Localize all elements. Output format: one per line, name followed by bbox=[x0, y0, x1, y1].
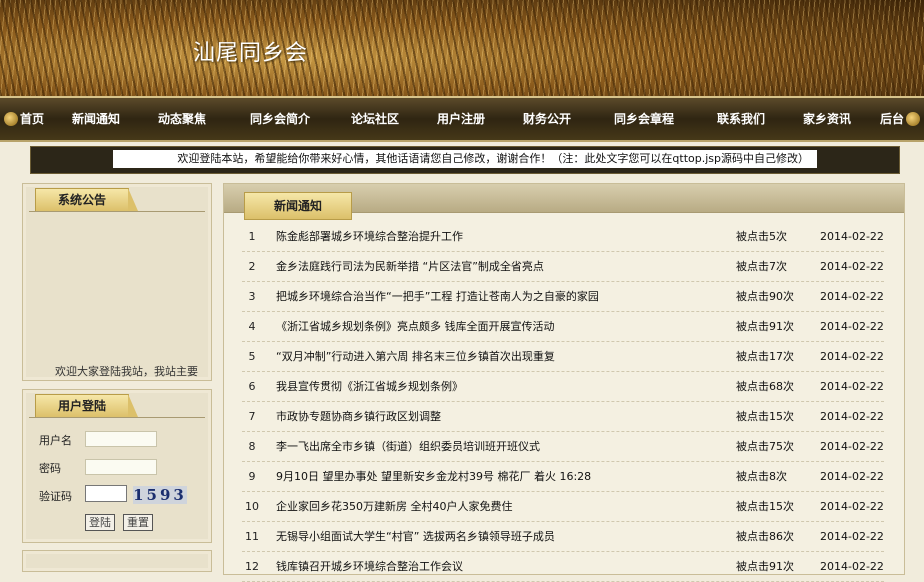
news-title-link[interactable]: “双月冲制”行动进入第六周 排名末三位乡镇首次出现重复 bbox=[276, 342, 555, 371]
news-row: 5 “双月冲制”行动进入第六周 排名末三位乡镇首次出现重复 被点击17次 2014-0… bbox=[242, 342, 884, 372]
news-date: 2014-02-22 bbox=[820, 320, 884, 333]
news-click-count: 被点击17次 bbox=[736, 350, 794, 363]
news-row: 11 无锡导小组面试大学生“村官” 选拔两名乡镇领导班子成员 被点击86次 2014-… bbox=[242, 522, 884, 552]
divider bbox=[29, 417, 205, 418]
news-click-count: 被点击90次 bbox=[736, 290, 794, 303]
divider bbox=[29, 211, 205, 212]
news-date: 2014-02-22 bbox=[820, 350, 884, 363]
username-label: 用户名 bbox=[39, 434, 72, 447]
news-number: 8 bbox=[248, 440, 256, 453]
nav-charter[interactable]: 同乡会章程 bbox=[614, 98, 674, 140]
nav-hometown-news[interactable]: 家乡资讯 bbox=[803, 98, 851, 140]
site-title: 汕尾同乡会 bbox=[193, 41, 309, 66]
news-number: 7 bbox=[248, 410, 256, 423]
news-number: 4 bbox=[248, 320, 256, 333]
news-title-link[interactable]: 企业家回乡花350万建新房 全村40户人家免费住 bbox=[276, 492, 513, 521]
news-title-link[interactable]: 李一飞出席全市乡镇（街道）组织委员培训班开班仪式 bbox=[276, 432, 540, 461]
nav-bullet-icon bbox=[906, 112, 920, 126]
next-sidebox bbox=[22, 550, 212, 572]
news-title-link[interactable]: 把城乡环境综合治当作“一把手”工程 打造让苍南人为之自豪的家园 bbox=[276, 282, 599, 311]
news-number: 6 bbox=[248, 380, 256, 393]
login-box: 用户登陆 用户名 密码 验证码 1593 登陆 重置 bbox=[22, 389, 212, 543]
news-date: 2014-02-22 bbox=[820, 230, 884, 243]
news-number: 2 bbox=[248, 260, 256, 273]
news-title-link[interactable]: 金乡法庭践行司法为民新举措 “片区法官”制成全省亮点 bbox=[276, 252, 544, 281]
captcha-input[interactable] bbox=[85, 485, 127, 502]
news-date: 2014-02-22 bbox=[820, 410, 884, 423]
news-number: 11 bbox=[245, 530, 259, 543]
news-title-link[interactable]: 钱库镇召开城乡环境综合整治工作会议 bbox=[276, 552, 463, 581]
news-click-count: 被点击5次 bbox=[736, 230, 787, 243]
news-title-link[interactable]: 《浙江省城乡规划条例》亮点颇多 钱库全面开展宣传活动 bbox=[276, 312, 555, 341]
nav-forum[interactable]: 论坛社区 bbox=[351, 98, 399, 140]
news-date: 2014-02-22 bbox=[820, 500, 884, 513]
nav-home[interactable]: 首页 bbox=[20, 98, 44, 140]
news-click-count: 被点击15次 bbox=[736, 500, 794, 513]
news-click-count: 被点击8次 bbox=[736, 470, 787, 483]
news-title-link[interactable]: 市政协专题协商乡镇行政区划调整 bbox=[276, 402, 441, 431]
news-row: 12 钱库镇召开城乡环境综合整治工作会议 被点击91次 2014-02-22 bbox=[242, 552, 884, 582]
news-row: 2 金乡法庭践行司法为民新举措 “片区法官”制成全省亮点 被点击7次 2014-02-… bbox=[242, 252, 884, 282]
news-date: 2014-02-22 bbox=[820, 260, 884, 273]
welcome-marquee: 欢迎登陆本站，希望能给你带来好心情，其他话语请您自己修改，谢谢合作！（注：此处文… bbox=[113, 150, 817, 168]
nav-dynamics[interactable]: 动态聚焦 bbox=[158, 98, 206, 140]
news-click-count: 被点击86次 bbox=[736, 530, 794, 543]
welcome-bar: 欢迎登陆本站，希望能给你带来好心情，其他话语请您自己修改，谢谢合作！（注：此处文… bbox=[30, 146, 900, 174]
nav-admin[interactable]: 后台 bbox=[880, 98, 904, 140]
news-date: 2014-02-22 bbox=[820, 380, 884, 393]
news-number: 12 bbox=[245, 560, 259, 573]
news-date: 2014-02-22 bbox=[820, 530, 884, 543]
news-click-count: 被点击7次 bbox=[736, 260, 787, 273]
news-title-link[interactable]: 9月10日 望里办事处 望里新安乡金龙村39号 棉花厂 着火 16:28 bbox=[276, 462, 591, 491]
news-date: 2014-02-22 bbox=[820, 470, 884, 483]
login-title: 用户登陆 bbox=[35, 394, 138, 417]
news-row: 7 市政协专题协商乡镇行政区划调整 被点击15次 2014-02-22 bbox=[242, 402, 884, 432]
news-click-count: 被点击91次 bbox=[736, 320, 794, 333]
news-row: 10 企业家回乡花350万建新房 全村40户人家免费住 被点击15次 2014-02-… bbox=[242, 492, 884, 522]
notice-title: 系统公告 bbox=[35, 188, 138, 211]
nav-contact[interactable]: 联系我们 bbox=[717, 98, 765, 140]
news-click-count: 被点击91次 bbox=[736, 560, 794, 573]
news-title: 新闻通知 bbox=[244, 192, 352, 220]
news-number: 3 bbox=[248, 290, 256, 303]
news-title-link[interactable]: 我县宣传贯彻《浙江省城乡规划条例》 bbox=[276, 372, 463, 401]
news-row: 9 9月10日 望里办事处 望里新安乡金龙村39号 棉花厂 着火 16:28 被点击… bbox=[242, 462, 884, 492]
news-number: 10 bbox=[245, 500, 259, 513]
news-number: 1 bbox=[248, 230, 256, 243]
nav-news[interactable]: 新闻通知 bbox=[72, 98, 120, 140]
news-panel: 新闻通知 1 陈金彪部署城乡环境综合整治提升工作 被点击5次 2014-02-22 2 金… bbox=[223, 183, 905, 582]
news-date: 2014-02-22 bbox=[820, 290, 884, 303]
password-label: 密码 bbox=[39, 462, 61, 475]
news-row: 6 我县宣传贯彻《浙江省城乡规划条例》 被点击68次 2014-02-22 bbox=[242, 372, 884, 402]
nav-about[interactable]: 同乡会简介 bbox=[250, 98, 310, 140]
news-row: 1 陈金彪部署城乡环境综合整治提升工作 被点击5次 2014-02-22 bbox=[242, 222, 884, 252]
news-number: 5 bbox=[248, 350, 256, 363]
main-nav: 首页 新闻通知 动态聚焦 同乡会简介 论坛社区 用户注册 财务公开 同乡会章程 … bbox=[0, 96, 924, 142]
news-click-count: 被点击75次 bbox=[736, 440, 794, 453]
notice-box: 系统公告 bbox=[22, 183, 212, 381]
nav-bullet-icon bbox=[4, 112, 18, 126]
username-input[interactable] bbox=[85, 431, 157, 447]
news-row: 8 李一飞出席全市乡镇（街道）组织委员培训班开班仪式 被点击75次 2014-02-2… bbox=[242, 432, 884, 462]
notice-text: 欢迎大家登陆我站，我站主要 bbox=[55, 365, 198, 378]
news-click-count: 被点击68次 bbox=[736, 380, 794, 393]
news-row: 3 把城乡环境综合治当作“一把手”工程 打造让苍南人为之自豪的家园 被点击90次 20… bbox=[242, 282, 884, 312]
news-title-link[interactable]: 陈金彪部署城乡环境综合整治提升工作 bbox=[276, 222, 463, 251]
header-banner: 汕尾同乡会 bbox=[0, 0, 924, 96]
captcha-image[interactable]: 1593 bbox=[133, 486, 187, 504]
password-input[interactable] bbox=[85, 459, 157, 475]
news-title-link[interactable]: 无锡导小组面试大学生“村官” 选拔两名乡镇领导班子成员 bbox=[276, 522, 555, 551]
news-row: 4 《浙江省城乡规划条例》亮点颇多 钱库全面开展宣传活动 被点击91次 2014-02… bbox=[242, 312, 884, 342]
news-number: 9 bbox=[248, 470, 256, 483]
nav-register[interactable]: 用户注册 bbox=[437, 98, 485, 140]
nav-finance[interactable]: 财务公开 bbox=[523, 98, 571, 140]
captcha-label: 验证码 bbox=[39, 490, 72, 503]
news-date: 2014-02-22 bbox=[820, 560, 884, 573]
news-click-count: 被点击15次 bbox=[736, 410, 794, 423]
reset-button[interactable]: 重置 bbox=[123, 514, 153, 531]
news-date: 2014-02-22 bbox=[820, 440, 884, 453]
login-button[interactable]: 登陆 bbox=[85, 514, 115, 531]
